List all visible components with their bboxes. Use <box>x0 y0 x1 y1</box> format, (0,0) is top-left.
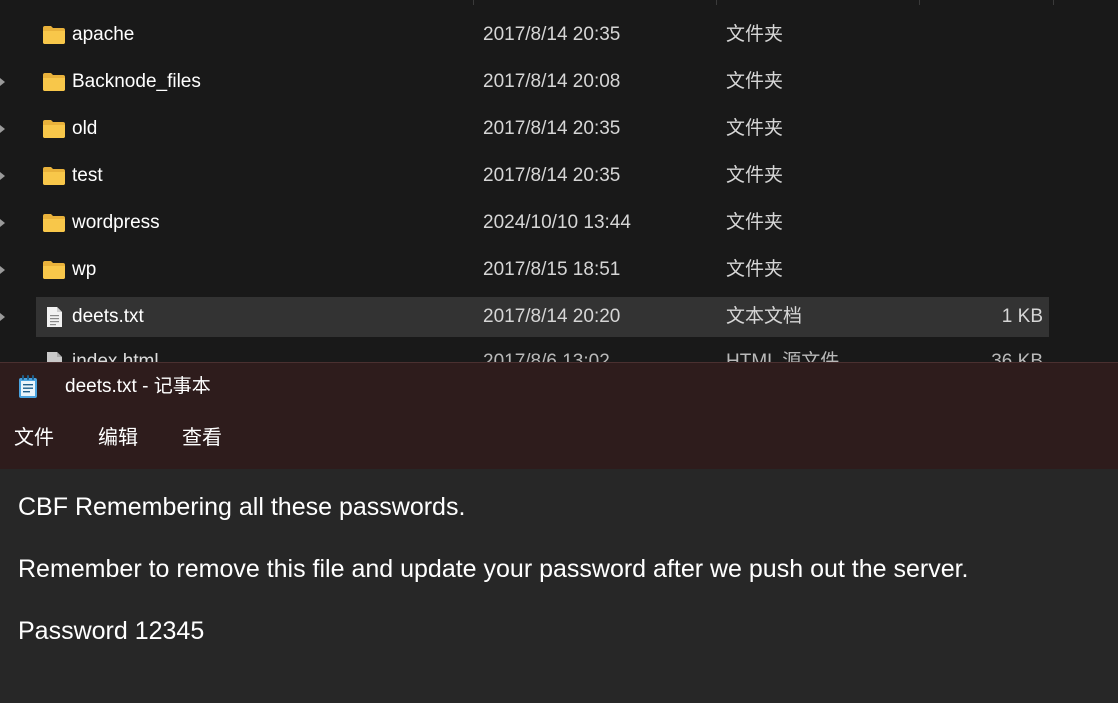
file-row-test[interactable]: test 2017/8/14 20:35 文件夹 <box>36 156 1049 196</box>
text-line: Password 12345 <box>18 617 205 645</box>
file-type: 文件夹 <box>726 118 784 139</box>
folder-icon <box>43 167 65 185</box>
file-type: 文件夹 <box>726 24 784 45</box>
file-name: test <box>72 165 103 186</box>
text-file-icon <box>47 307 62 327</box>
file-row-old[interactable]: old 2017/8/14 20:35 文件夹 <box>36 109 1049 149</box>
folder-icon <box>43 214 65 232</box>
expand-arrow-icon[interactable] <box>0 219 5 227</box>
file-date: 2017/8/14 20:35 <box>483 165 621 186</box>
folder-icon <box>43 26 65 44</box>
file-size: 1 KB <box>1001 306 1043 327</box>
file-explorer: apache 2017/8/14 20:35 文件夹 Backnode_file… <box>0 0 1118 362</box>
file-name: deets.txt <box>72 306 144 327</box>
menu-view[interactable]: 查看 <box>182 410 222 466</box>
file-row-backnode-files[interactable]: Backnode_files 2017/8/14 20:08 文件夹 <box>36 62 1049 102</box>
file-name: index.html <box>72 351 159 362</box>
file-name: wp <box>72 259 97 280</box>
file-date: 2017/8/14 20:20 <box>483 306 621 327</box>
file-type: 文件夹 <box>726 165 784 186</box>
file-row-wp[interactable]: wp 2017/8/15 18:51 文件夹 <box>36 250 1049 290</box>
file-row-index-html[interactable]: index.html 2017/8/6 13:02 HTML 源文件 36 KB <box>36 342 1049 362</box>
notepad-titlebar[interactable]: deets.txt - 记事本 <box>0 362 1118 410</box>
text-line: CBF Remembering all these passwords. <box>18 493 466 521</box>
menu-edit[interactable]: 编辑 <box>98 410 138 466</box>
file-name: Backnode_files <box>72 71 201 92</box>
file-type: 文本文档 <box>726 306 803 327</box>
file-name: old <box>72 118 98 139</box>
menu-bar: 文件 编辑 查看 <box>0 410 1118 469</box>
menu-file[interactable]: 文件 <box>14 410 54 466</box>
notepad-icon <box>19 375 37 398</box>
file-type: HTML 源文件 <box>726 351 840 362</box>
file-row-wordpress[interactable]: wordpress 2024/10/10 13:44 文件夹 <box>36 203 1049 243</box>
nav-pane-edge <box>0 0 12 362</box>
html-file-icon <box>47 352 62 362</box>
expand-arrow-icon[interactable] <box>0 125 5 133</box>
expand-arrow-icon[interactable] <box>0 78 5 86</box>
folder-icon <box>43 261 65 279</box>
column-divider[interactable] <box>473 0 474 5</box>
folder-icon <box>43 120 65 138</box>
column-divider[interactable] <box>716 0 717 5</box>
file-row-deets-txt[interactable]: deets.txt 2017/8/14 20:20 文本文档 1 KB <box>36 297 1049 337</box>
file-name: wordpress <box>72 212 160 233</box>
file-date: 2017/8/6 13:02 <box>483 351 610 362</box>
file-date: 2017/8/14 20:35 <box>483 24 621 45</box>
text-line: Remember to remove this file and update … <box>18 555 969 583</box>
file-date: 2017/8/14 20:08 <box>483 71 621 92</box>
expand-arrow-icon[interactable] <box>0 172 5 180</box>
column-divider[interactable] <box>1053 0 1054 5</box>
file-size: 36 KB <box>991 351 1043 362</box>
file-type: 文件夹 <box>726 259 784 280</box>
expand-arrow-icon[interactable] <box>0 313 5 321</box>
window-title: deets.txt - 记事本 <box>65 376 211 397</box>
notepad-window: deets.txt - 记事本 文件 编辑 查看 CBF Remembering… <box>0 362 1118 703</box>
column-divider[interactable] <box>919 0 920 5</box>
file-type: 文件夹 <box>726 212 784 233</box>
text-editor[interactable]: CBF Remembering all these passwords. Rem… <box>0 469 1118 703</box>
file-row-apache[interactable]: apache 2017/8/14 20:35 文件夹 <box>36 15 1049 55</box>
file-date: 2017/8/15 18:51 <box>483 259 621 280</box>
folder-icon <box>43 73 65 91</box>
file-date: 2017/8/14 20:35 <box>483 118 621 139</box>
file-type: 文件夹 <box>726 71 784 92</box>
expand-arrow-icon[interactable] <box>0 266 5 274</box>
file-name: apache <box>72 24 135 45</box>
file-date: 2024/10/10 13:44 <box>483 212 631 233</box>
